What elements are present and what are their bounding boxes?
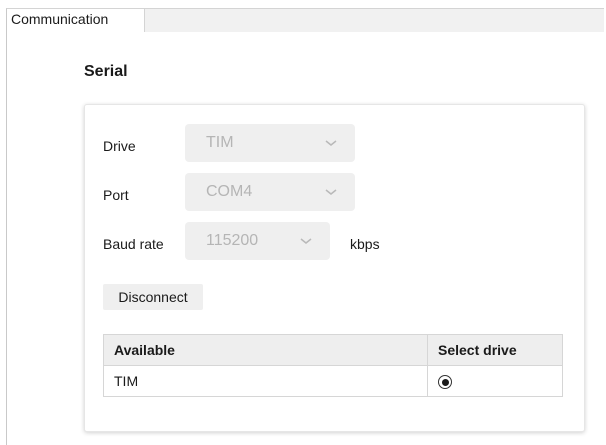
chevron-down-icon: [325, 189, 337, 195]
drive-select-value: TIM: [206, 134, 234, 151]
drive-select[interactable]: TIM: [185, 124, 355, 162]
port-select[interactable]: COM4: [185, 173, 355, 211]
port-label: Port: [103, 187, 129, 203]
table-header-row: Available Select drive: [103, 334, 563, 366]
disconnect-button[interactable]: Disconnect: [103, 284, 203, 310]
serial-settings-card: Drive TIM Port COM4 Baud rate 115200 kbp…: [84, 104, 585, 432]
column-header-available: Available: [103, 334, 428, 366]
tab-communication[interactable]: Communication: [7, 9, 145, 32]
baud-rate-select[interactable]: 115200: [185, 222, 330, 260]
chevron-down-icon: [325, 140, 337, 146]
baud-rate-label: Baud rate: [103, 236, 164, 252]
chevron-down-icon: [300, 238, 312, 244]
drive-name-cell: TIM: [103, 365, 428, 397]
column-header-select-drive: Select drive: [427, 334, 563, 366]
table-row[interactable]: TIM: [103, 365, 563, 397]
port-select-value: COM4: [206, 183, 253, 200]
drive-label: Drive: [103, 138, 136, 154]
baud-rate-unit: kbps: [350, 236, 380, 252]
select-drive-cell: [427, 365, 563, 397]
tab-bar: Communication: [7, 9, 604, 32]
section-title: Serial: [84, 63, 128, 80]
drives-table: Available Select drive TIM: [103, 334, 563, 397]
baud-rate-select-value: 115200: [206, 232, 259, 249]
select-drive-radio[interactable]: [438, 375, 452, 390]
